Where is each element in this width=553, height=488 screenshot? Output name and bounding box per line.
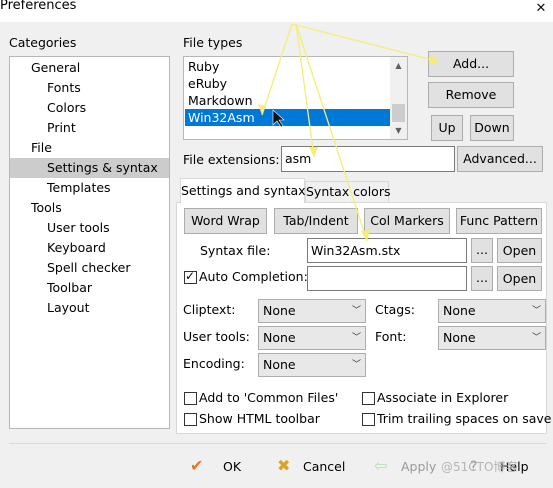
encoding-value: None — [263, 357, 296, 372]
file-types-heading: File types — [183, 35, 243, 50]
encoding-label: Encoding: — [183, 356, 245, 371]
file-extensions-label: File extensions: — [183, 152, 280, 167]
cancel-button[interactable]: ✖ Cancel — [273, 455, 353, 479]
auto-completion-label: Auto Completion: — [199, 269, 308, 284]
file-type-item-selected[interactable]: Win32Asm — [185, 109, 391, 126]
apply-arrow-icon: ⇦ — [374, 456, 388, 475]
chevron-down-icon: ﹀ — [351, 306, 361, 316]
add-common-files-label: Add to 'Common Files' — [199, 390, 339, 405]
up-button[interactable]: Up — [431, 115, 463, 141]
ctags-select[interactable]: None ﹀ — [438, 299, 546, 323]
file-type-item[interactable]: Markdown — [185, 92, 391, 109]
ctags-value: None — [443, 303, 476, 318]
font-value: None — [443, 330, 476, 345]
file-type-item[interactable]: eRuby — [185, 75, 391, 92]
cliptext-value: None — [263, 303, 296, 318]
trim-trailing-spaces-label: Trim trailing spaces on save — [377, 411, 552, 426]
encoding-select[interactable]: None ﹀ — [258, 353, 366, 377]
ok-label: OK — [223, 459, 242, 474]
cancel-label: Cancel — [303, 459, 346, 474]
tab-indent-button[interactable]: Tab/Indent — [274, 208, 358, 234]
associate-explorer-checkbox[interactable] — [362, 392, 375, 405]
tree-item-toolbar[interactable]: Toolbar — [10, 278, 169, 298]
word-wrap-button[interactable]: Word Wrap — [184, 208, 267, 234]
tree-item-general[interactable]: General — [10, 58, 169, 78]
categories-heading: Categories — [9, 35, 77, 50]
auto-completion-open-button[interactable]: Open — [497, 266, 542, 291]
remove-button[interactable]: Remove — [428, 82, 514, 108]
tree-item-fonts[interactable]: Fonts — [10, 78, 169, 98]
watermark: @51CTO博客 — [441, 460, 518, 474]
tree-item-colors[interactable]: Colors — [10, 98, 169, 118]
trim-trailing-spaces-checkbox[interactable] — [362, 413, 375, 426]
chevron-down-icon: ﹀ — [531, 333, 541, 343]
window-title: Preferences — [0, 0, 77, 13]
cancel-x-icon: ✖ — [277, 456, 291, 475]
title-bar — [0, 0, 553, 22]
chevron-down-icon: ﹀ — [351, 360, 361, 370]
tree-item-keyboard[interactable]: Keyboard — [10, 238, 169, 258]
ok-check-icon: ✔ — [190, 456, 204, 475]
file-types-list[interactable]: Ruby eRuby Markdown Win32Asm ▲ ▼ — [183, 56, 408, 140]
associate-explorer-label: Associate in Explorer — [377, 390, 509, 405]
scroll-down-icon[interactable]: ▼ — [390, 122, 407, 139]
cliptext-select[interactable]: None ﹀ — [258, 299, 366, 323]
file-type-item[interactable]: Ruby — [185, 58, 391, 75]
close-icon[interactable]: ✕ — [529, 0, 553, 18]
auto-completion-checkbox[interactable] — [184, 269, 197, 284]
cliptext-label: Cliptext: — [183, 302, 236, 317]
show-html-toolbar-label: Show HTML toolbar — [199, 411, 320, 426]
chevron-down-icon: ﹀ — [531, 306, 541, 316]
tree-item-tools[interactable]: Tools — [10, 198, 169, 218]
categories-tree[interactable]: General Fonts Colors Print File Settings… — [9, 56, 170, 429]
syntax-browse-button[interactable]: ... — [471, 238, 493, 263]
tree-item-user-tools[interactable]: User tools — [10, 218, 169, 238]
auto-completion-field[interactable] — [307, 266, 467, 291]
tree-item-file[interactable]: File — [10, 138, 169, 158]
down-button[interactable]: Down — [470, 115, 514, 141]
tree-item-spell-checker[interactable]: Spell checker — [10, 258, 169, 278]
font-label: Font: — [375, 329, 407, 344]
user-tools-value: None — [263, 330, 296, 345]
ctags-label: Ctags: — [375, 302, 415, 317]
tree-item-print[interactable]: Print — [10, 118, 169, 138]
font-select[interactable]: None ﹀ — [438, 326, 546, 350]
add-common-files-checkbox[interactable] — [184, 392, 197, 405]
syntax-file-label: Syntax file: — [200, 243, 271, 258]
scroll-thumb[interactable] — [392, 104, 405, 122]
scroll-up-icon[interactable]: ▲ — [390, 57, 407, 74]
show-html-toolbar-checkbox[interactable] — [184, 413, 197, 426]
syntax-open-button[interactable]: Open — [497, 238, 542, 263]
tab-syntax-colors[interactable]: Syntax colors — [305, 181, 390, 202]
user-tools-select[interactable]: None ﹀ — [258, 326, 366, 350]
add-button[interactable]: Add... — [428, 51, 514, 77]
tree-item-templates[interactable]: Templates — [10, 178, 169, 198]
user-tools-label: User tools: — [183, 329, 250, 344]
tab-settings-and-syntax[interactable]: Settings and syntax — [180, 178, 306, 203]
ok-button[interactable]: ✔ OK — [186, 455, 256, 479]
func-pattern-button[interactable]: Func Pattern — [456, 208, 542, 234]
auto-completion-browse-button[interactable]: ... — [471, 266, 493, 291]
col-markers-button[interactable]: Col Markers — [364, 208, 450, 234]
apply-label: Apply — [401, 459, 437, 474]
file-extensions-field[interactable]: asm — [281, 146, 455, 172]
chevron-down-icon: ﹀ — [351, 333, 361, 343]
advanced-button[interactable]: Advanced... — [457, 146, 543, 172]
file-types-scrollbar[interactable]: ▲ ▼ — [390, 57, 407, 139]
tree-item-settings-syntax[interactable]: Settings & syntax — [10, 158, 169, 178]
apply-button[interactable]: ⇦ Apply — [372, 455, 442, 479]
tree-item-layout[interactable]: Layout — [10, 298, 169, 318]
footer-divider — [9, 443, 546, 444]
syntax-file-field[interactable]: Win32Asm.stx — [307, 238, 467, 263]
